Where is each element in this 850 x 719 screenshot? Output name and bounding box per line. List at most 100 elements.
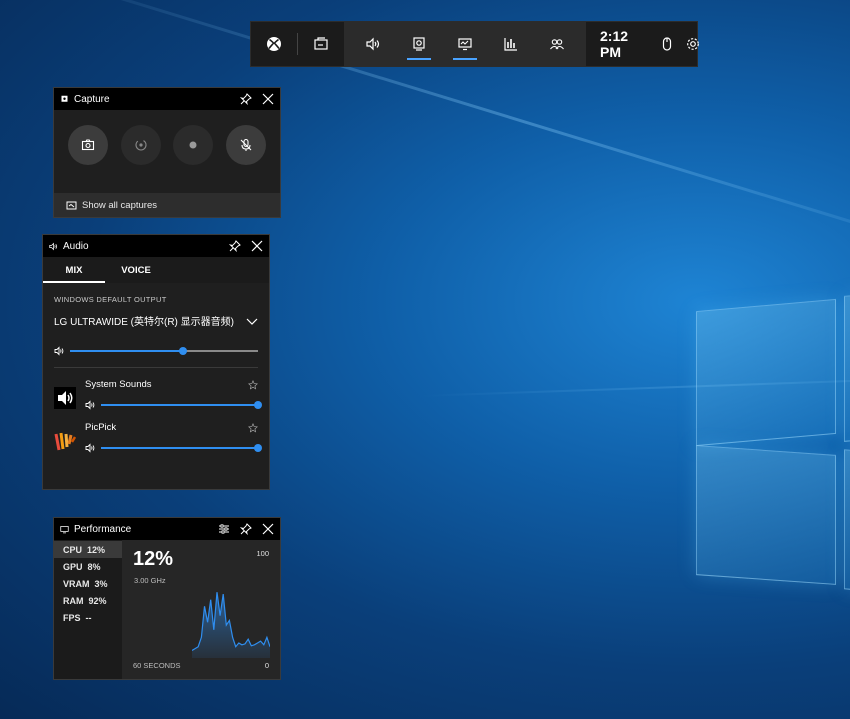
metric-label: CPU: [63, 544, 83, 555]
tab-mix[interactable]: MIX: [43, 257, 105, 283]
mic-toggle-button[interactable]: [225, 125, 266, 165]
slider-thumb[interactable]: [254, 444, 262, 452]
metric-value: --: [85, 612, 92, 623]
app-picpick: PicPick: [43, 422, 269, 454]
mouse-icon: [663, 37, 672, 51]
record-last-icon: [135, 139, 147, 151]
audio-tabs: MIX VOICE: [43, 257, 269, 283]
resources-widget-button[interactable]: [488, 22, 534, 66]
master-volume-row: [54, 345, 258, 357]
graph-max-label: 100: [256, 549, 269, 558]
cpu-frequency: 3.00 GHz: [134, 576, 166, 585]
star-icon[interactable]: [248, 422, 258, 433]
speaker-icon: [85, 443, 95, 453]
speaker-icon: [54, 346, 64, 356]
xbox-icon: [267, 37, 281, 51]
camera-icon: [82, 139, 95, 151]
capture-widget-header[interactable]: Capture: [54, 88, 280, 110]
metric-label: FPS: [63, 612, 81, 623]
app-name: PicPick: [85, 422, 117, 433]
pin-button[interactable]: [240, 523, 252, 535]
audio-widget-header[interactable]: Audio: [43, 235, 269, 257]
graph-min-label: 0: [264, 661, 269, 670]
picpick-icon: [54, 432, 76, 451]
slider-fill: [70, 350, 183, 352]
capture-widget-button[interactable]: [396, 22, 442, 66]
metric-detail: 12% 3.00 GHz 100 60 SECONDS 0: [122, 540, 280, 679]
close-button[interactable]: [262, 523, 274, 535]
audio-icon: [49, 242, 58, 250]
capture-actions: [54, 110, 280, 180]
close-icon: [251, 240, 263, 252]
windows-logo-pane: [696, 445, 836, 585]
metric-value: 92%: [88, 595, 107, 606]
widget-menu-icon: [314, 37, 328, 50]
performance-body: CPU 12% GPU 8% VRAM 3% RAM 92% FPS -- 12% 3.0…: [54, 540, 280, 679]
app-volume-row: [85, 442, 262, 454]
pin-icon: [229, 240, 241, 252]
master-volume-slider[interactable]: [70, 345, 258, 357]
metric-vram[interactable]: VRAM 3%: [54, 575, 122, 592]
performance-widget-header[interactable]: Performance: [54, 518, 280, 540]
app-volume-slider[interactable]: [101, 399, 262, 411]
metric-label: VRAM: [63, 578, 90, 589]
start-recording-button[interactable]: [173, 125, 214, 165]
speaker-icon: [85, 400, 95, 410]
capture-icon: [413, 37, 425, 51]
slider-thumb[interactable]: [254, 401, 262, 409]
pin-icon: [240, 93, 252, 105]
record-last-button[interactable]: [120, 125, 161, 165]
metric-value: 12%: [87, 544, 106, 555]
divider: [54, 367, 258, 368]
graph-window-label: 60 SECONDS: [133, 661, 181, 670]
output-device-dropdown[interactable]: LG ULTRAWIDE (英特尔(R) 显示器音频): [54, 313, 258, 328]
system-sounds-icon: [54, 387, 76, 409]
metric-label: RAM: [63, 595, 84, 606]
widget-title: Audio: [63, 240, 89, 252]
usage-graph-area: [192, 592, 270, 658]
metric-ram[interactable]: RAM 92%: [54, 592, 122, 609]
close-button[interactable]: [262, 93, 274, 105]
pin-button[interactable]: [240, 93, 252, 105]
metric-gpu[interactable]: GPU 8%: [54, 558, 122, 575]
show-all-captures-button[interactable]: Show all captures: [54, 193, 280, 217]
slider-fill: [101, 447, 258, 449]
settings-button[interactable]: [679, 22, 706, 66]
windows-logo-pane: [696, 298, 836, 447]
app-controls: PicPick: [85, 422, 262, 454]
performance-icon: [60, 525, 69, 533]
capture-widget: Capture Show all captures: [53, 87, 281, 218]
slider-fill: [101, 404, 258, 406]
widget-title: Capture: [74, 93, 110, 105]
app-header: PicPick: [85, 422, 258, 433]
slider-thumb[interactable]: [178, 347, 187, 355]
widget-launcher-group: [344, 22, 586, 66]
chevron-down-icon: [246, 318, 258, 325]
current-value: 12%: [133, 548, 174, 570]
pin-button[interactable]: [229, 240, 241, 252]
close-button[interactable]: [251, 240, 263, 252]
mouse-settings-button[interactable]: [656, 22, 680, 66]
app-volume-slider[interactable]: [101, 442, 262, 454]
social-icon: [550, 39, 564, 50]
options-button[interactable]: [218, 523, 230, 535]
close-icon: [262, 523, 274, 535]
capture-icon: [61, 95, 68, 102]
output-device-name: LG ULTRAWIDE (英特尔(R) 显示器音频): [54, 317, 234, 328]
performance-widget-button[interactable]: [442, 22, 488, 66]
metric-value: 8%: [87, 561, 101, 572]
settings-icon: [686, 38, 699, 50]
tab-voice[interactable]: VOICE: [105, 257, 167, 283]
widget-menu-button[interactable]: [298, 22, 344, 66]
audio-widget-button[interactable]: [350, 22, 396, 66]
xbox-button[interactable]: [251, 22, 297, 66]
social-widget-button[interactable]: [534, 22, 580, 66]
widget-title: Performance: [74, 523, 132, 535]
performance-widget: Performance CPU 12% GPU 8% VRAM 3% RAM 92% F…: [53, 517, 281, 680]
metric-cpu[interactable]: CPU 12%: [54, 541, 122, 558]
star-icon[interactable]: [248, 379, 258, 390]
record-icon: [189, 141, 197, 149]
screenshot-button[interactable]: [68, 125, 109, 165]
metric-fps[interactable]: FPS --: [54, 609, 122, 626]
sliders-icon: [219, 524, 229, 534]
